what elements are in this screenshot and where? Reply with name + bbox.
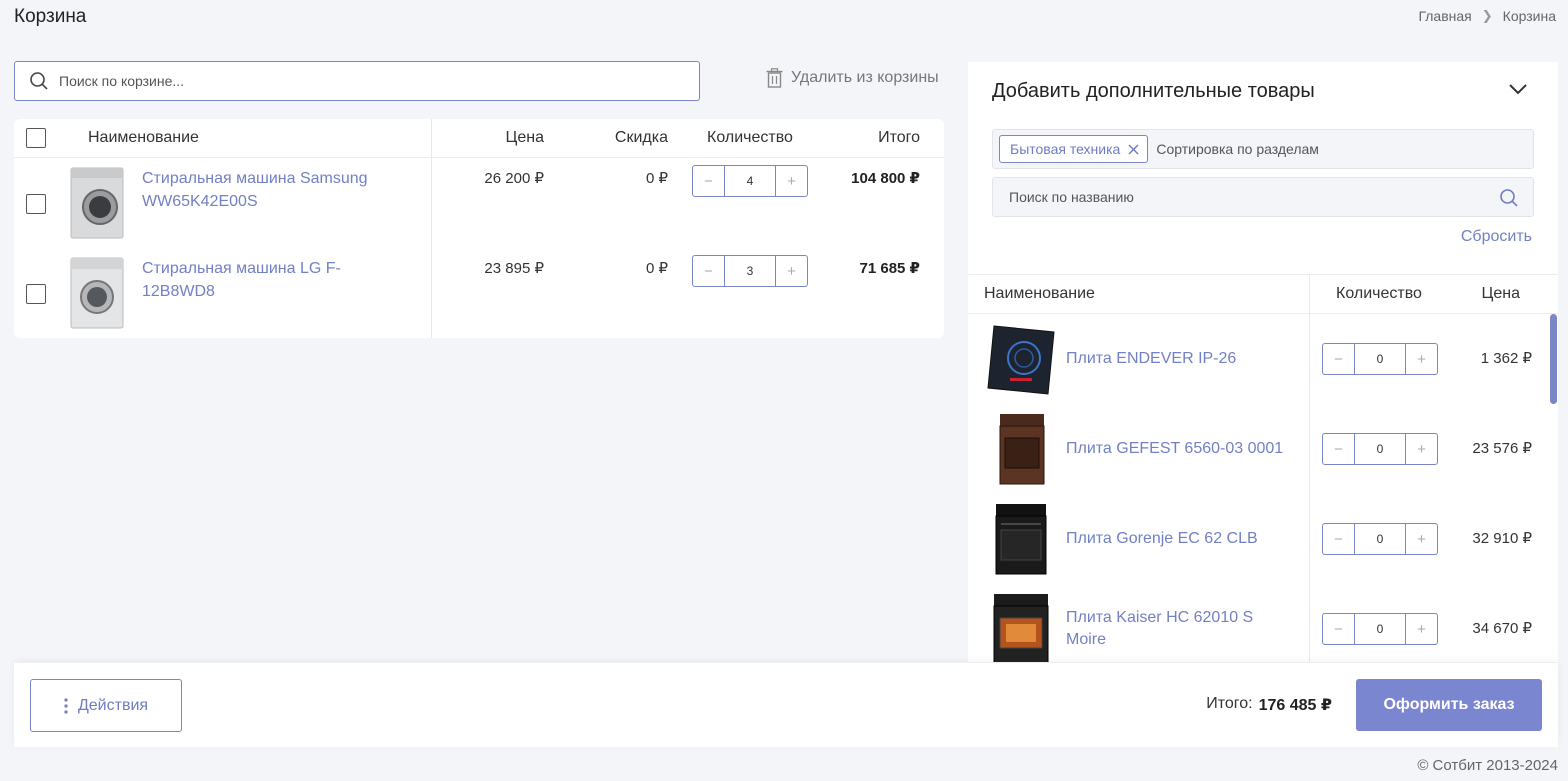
actions-label: Действия xyxy=(77,696,149,714)
quantity-stepper: − 0 + xyxy=(1322,343,1438,375)
stove-image[interactable] xyxy=(986,322,1056,396)
select-all-checkbox[interactable] xyxy=(26,128,46,148)
breadcrumb-current: Корзина xyxy=(1502,8,1556,24)
breadcrumb-home[interactable]: Главная xyxy=(1418,8,1471,24)
minus-icon[interactable]: − xyxy=(693,256,724,286)
stove-image[interactable] xyxy=(986,502,1056,576)
copyright: © Сотбит 2013-2024 xyxy=(1417,757,1558,774)
header-discount: Скидка xyxy=(614,129,668,146)
product-link[interactable]: Плита Kaiser HC 62010 S Moire xyxy=(1066,607,1286,651)
quantity-stepper: − 0 + xyxy=(1322,523,1438,555)
chevron-right-icon: ❯ xyxy=(1481,8,1493,23)
header-name: Наименование xyxy=(984,285,1095,302)
stove-image[interactable] xyxy=(986,412,1056,486)
quantity-stepper: − 3 + xyxy=(692,255,808,287)
cart-table-header: Наименование Цена Скидка Количество Итог… xyxy=(14,119,944,158)
section-filter[interactable]: Бытовая техника Сортировка по разделам xyxy=(992,129,1534,169)
product-row: Плита Gorenje EC 62 CLB − 0 + 32 910 ₽ xyxy=(968,494,1548,584)
product-price: 23 576 ₽ xyxy=(1472,440,1532,457)
product-price: 23 895 ₽ xyxy=(484,260,544,277)
quantity-input[interactable]: 0 xyxy=(1354,434,1406,464)
product-row: Плита GEFEST 6560-03 0001 − 0 + 23 576 ₽ xyxy=(968,404,1548,494)
total-value: 176 485 ₽ xyxy=(1258,697,1332,714)
filter-tag[interactable]: Бытовая техника xyxy=(999,135,1149,163)
plus-icon[interactable]: + xyxy=(1406,434,1437,464)
header-total: Итого xyxy=(878,129,920,146)
header-price: Цена xyxy=(1481,285,1520,302)
minus-icon[interactable]: − xyxy=(693,166,724,196)
header-price: Цена xyxy=(505,129,544,146)
row-total: 104 800 ₽ xyxy=(851,170,920,187)
product-link[interactable]: Плита GEFEST 6560-03 0001 xyxy=(1066,438,1286,460)
cart-table: Наименование Цена Скидка Количество Итог… xyxy=(14,119,944,338)
name-search-input[interactable] xyxy=(1009,189,1479,205)
plus-icon[interactable]: + xyxy=(1406,344,1437,374)
quantity-stepper: − 0 + xyxy=(1322,433,1438,465)
filter-tag-label: Бытовая техника xyxy=(1010,141,1121,157)
plus-icon[interactable]: + xyxy=(1406,524,1437,554)
product-discount: 0 ₽ xyxy=(645,170,668,187)
cart-search-input[interactable] xyxy=(59,73,659,89)
add-products-panel: Добавить дополнительные товары Бытовая т… xyxy=(968,62,1558,662)
stove-image[interactable] xyxy=(986,592,1056,662)
minus-icon[interactable]: − xyxy=(1323,524,1354,554)
more-vertical-icon xyxy=(64,697,68,714)
quantity-stepper: − 4 + xyxy=(692,165,808,197)
product-price: 34 670 ₽ xyxy=(1472,620,1532,637)
quantity-stepper: − 0 + xyxy=(1322,613,1438,645)
minus-icon[interactable]: − xyxy=(1323,344,1354,374)
plus-icon[interactable]: + xyxy=(776,256,807,286)
chevron-down-icon[interactable] xyxy=(1508,82,1528,96)
trash-icon xyxy=(766,68,783,88)
plus-icon[interactable]: + xyxy=(1406,614,1437,644)
header-quantity: Количество xyxy=(707,129,793,146)
quantity-input[interactable]: 3 xyxy=(724,256,776,286)
breadcrumb: Главная ❯ Корзина xyxy=(1418,8,1556,24)
quantity-input[interactable]: 0 xyxy=(1354,614,1406,644)
cart-row: Стиральная машина LG F-12B8WD8 23 895 ₽ … xyxy=(14,249,944,339)
minus-icon[interactable]: − xyxy=(1323,614,1354,644)
header-name: Наименование xyxy=(88,129,199,146)
name-search-box[interactable] xyxy=(992,177,1534,217)
sort-placeholder: Сортировка по разделам xyxy=(1156,141,1319,157)
minus-icon[interactable]: − xyxy=(1323,434,1354,464)
quantity-input[interactable]: 4 xyxy=(724,166,776,196)
product-link[interactable]: Плита Gorenje EC 62 CLB xyxy=(1066,528,1286,550)
cart-search-box[interactable] xyxy=(14,61,700,101)
row-total: 71 685 ₽ xyxy=(859,260,920,277)
close-icon[interactable] xyxy=(1128,144,1139,155)
product-link[interactable]: Стиральная машина Samsung WW65K42E00S xyxy=(142,167,402,213)
product-discount: 0 ₽ xyxy=(645,260,668,277)
delete-from-cart-label: Удалить из корзины xyxy=(791,69,939,86)
quantity-input[interactable]: 0 xyxy=(1354,524,1406,554)
plus-icon[interactable]: + xyxy=(776,166,807,196)
search-icon[interactable] xyxy=(1499,188,1519,208)
washing-machine-image[interactable] xyxy=(70,167,124,239)
total-label: Итого: xyxy=(1206,695,1253,712)
page-title: Корзина xyxy=(14,6,87,27)
product-price: 1 362 ₽ xyxy=(1480,350,1532,367)
product-row: Плита Kaiser HC 62010 S Moire − 0 + 34 6… xyxy=(968,584,1548,662)
product-price: 32 910 ₽ xyxy=(1472,530,1532,547)
row-checkbox[interactable] xyxy=(26,284,46,304)
footer-bar: Действия Итого: 176 485 ₽ Оформить заказ xyxy=(14,663,1558,747)
actions-button[interactable]: Действия xyxy=(30,679,182,732)
product-row: Плита ENDEVER IP-26 − 0 + 1 362 ₽ xyxy=(968,314,1548,404)
header-quantity: Количество xyxy=(1336,285,1422,302)
product-price: 26 200 ₽ xyxy=(484,170,544,187)
product-link[interactable]: Стиральная машина LG F-12B8WD8 xyxy=(142,257,402,303)
panel-title: Добавить дополнительные товары xyxy=(992,80,1315,102)
checkout-button[interactable]: Оформить заказ xyxy=(1356,679,1542,731)
quantity-input[interactable]: 0 xyxy=(1354,344,1406,374)
search-icon xyxy=(30,72,48,90)
cart-row: Стиральная машина Samsung WW65K42E00S 26… xyxy=(14,159,944,249)
row-checkbox[interactable] xyxy=(26,194,46,214)
order-total: Итого: 176 485 ₽ xyxy=(1206,695,1332,715)
reset-link[interactable]: Сбросить xyxy=(1461,228,1532,246)
products-table-header: Наименование Количество Цена xyxy=(968,274,1558,314)
delete-from-cart-button[interactable]: Удалить из корзины xyxy=(766,68,939,88)
scrollbar-thumb[interactable] xyxy=(1550,314,1557,404)
product-link[interactable]: Плита ENDEVER IP-26 xyxy=(1066,348,1286,370)
washing-machine-image[interactable] xyxy=(70,257,124,329)
